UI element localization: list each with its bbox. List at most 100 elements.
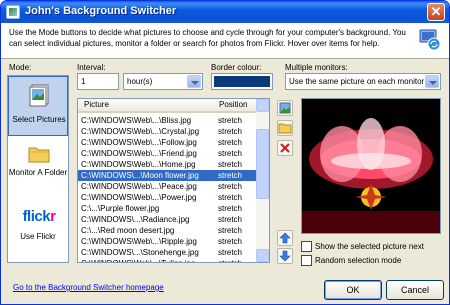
picture-position-cell: stretch [218,116,243,125]
scroll-down-button[interactable] [256,249,269,262]
picture-position-cell: stretch [218,204,243,213]
picture-path-cell: C:\WINDOWS\Web\...\Home.jpg [81,160,196,169]
close-button[interactable]: ✕ [427,3,445,21]
add-picture-icon [279,102,291,114]
scroll-thumb[interactable] [256,129,269,199]
picture-position-cell: stretch [218,138,243,147]
interval-unit-select[interactable]: hour(s) [123,73,203,90]
list-header: Picture Position [78,99,257,113]
scroll-up-button[interactable] [256,99,269,112]
monitor-sync-icon [419,29,441,51]
picture-position-cell: stretch [218,182,243,191]
chevron-down-icon[interactable] [187,75,201,88]
picture-path-cell: C:\WINDOWS\Web\...\Crystal.jpg [81,127,200,136]
picture-position-cell: stretch [218,127,243,136]
table-row[interactable]: C:\...\Purple flower.jpg stretch [78,203,257,214]
arrow-up-icon [279,232,291,244]
multiple-monitors-value: Use the same picture on each monitor [289,77,425,86]
picture-position-cell: stretch [218,160,243,169]
moon-flower-preview-image [302,99,440,233]
picture-path-cell: C:\WINDOWS\Web\...\Peace.jpg [81,182,197,191]
homepage-link[interactable]: Go to the Background Switcher homepage [13,283,164,292]
title-bar[interactable]: John's Background Switcher ✕ [1,1,449,23]
column-header-position[interactable]: Position [219,100,247,109]
border-colour-swatch [214,76,270,87]
picture-path-cell: C:\WINDOWS\Web\...\Tulips.jpg [81,258,195,262]
list-scrollbar[interactable] [256,99,269,262]
show-selected-next-checkbox[interactable] [301,241,312,252]
multiple-monitors-label: Multiple monitors: [285,63,348,72]
table-row[interactable]: C:\WINDOWS\Web\...\Home.jpg stretch [78,159,257,170]
move-up-button[interactable] [277,230,293,246]
picture-list[interactable]: Picture Position C:\WINDOWS\Web\...\Blis… [77,98,270,263]
add-folder-button[interactable] [277,120,293,136]
interval-label: Interval: [77,63,106,72]
picture-path-cell: C:\WINDOWS\...\Radiance.jpg [81,215,190,224]
folder-icon [278,123,292,134]
picture-position-cell: stretch [218,258,242,262]
table-row[interactable]: C:\WINDOWS\...\Stonehenge.jpg stretch [78,247,257,258]
table-row[interactable]: C:\...\Red moon desert.jpg stretch [78,225,257,236]
add-picture-button[interactable] [277,100,293,116]
mode-monitor-folder-label: Monitor A Folder [8,168,68,177]
mode-select-pictures-label: Select Pictures [12,115,66,124]
table-row[interactable]: C:\WINDOWS\Web\...\Friend.jpg stretch [78,148,257,159]
picture-path-cell: C:\WINDOWS\...\Stonehenge.jpg [81,248,199,257]
random-mode-label: Random selection mode [315,256,402,265]
picture-position-cell: stretch [218,215,243,224]
picture-position-cell: stretch [218,237,243,246]
picture-position-cell: stretch [218,193,243,202]
arrow-down-icon [279,250,291,262]
multiple-monitors-select[interactable]: Use the same picture on each monitor [285,73,441,90]
pictures-icon [29,84,49,107]
picture-path-cell: C:\WINDOWS\Web\...\Power.jpg [81,193,197,202]
mode-label: Mode: [9,63,32,72]
picture-path-cell: C:\...\Red moon desert.jpg [81,226,175,235]
table-row[interactable]: C:\WINDOWS\...\Moon flower.jpg stretch [78,170,257,181]
description-text: Use the Mode buttons to decide what pict… [9,28,406,48]
table-row[interactable]: C:\WINDOWS\Web\...\Bliss.jpg stretch [78,115,257,126]
interval-unit-value: hour(s) [127,77,153,86]
delete-icon [280,143,290,153]
app-icon [6,5,20,19]
table-row[interactable]: C:\WINDOWS\Web\...\Peace.jpg stretch [78,181,257,192]
random-mode-checkbox[interactable] [301,255,312,266]
ok-button[interactable]: OK [324,280,382,300]
mode-monitor-folder[interactable]: Monitor A Folder [8,140,68,200]
cancel-button[interactable]: Cancel [386,280,444,300]
picture-path-cell: C:\WINDOWS\Web\...\Bliss.jpg [81,116,192,125]
picture-path-cell: C:\WINDOWS\Web\...\Follow.jpg [81,138,197,147]
interval-value-input[interactable]: 1 [77,73,119,90]
picture-position-cell: stretch [218,248,243,257]
picture-position-cell: stretch [218,149,243,158]
picture-position-cell: stretch [218,171,243,180]
column-header-picture[interactable]: Picture [84,100,109,109]
table-row[interactable]: C:\WINDOWS\Web\...\Follow.jpg stretch [78,137,257,148]
table-row[interactable]: C:\WINDOWS\Web\...\Ripple.jpg stretch [78,236,257,247]
mode-panel: Select Pictures Monitor A Folder flickr … [7,75,69,263]
mode-select-pictures[interactable]: Select Pictures [8,76,68,136]
border-colour-label: Border colour: [211,63,262,72]
folder-icon [28,147,50,163]
picture-position-cell: stretch [218,226,243,235]
chevron-down-icon[interactable] [425,75,439,88]
show-selected-next-label: Show the selected picture next [315,242,424,251]
header-panel: Use the Mode buttons to decide what pict… [1,23,449,59]
picture-path-cell: C:\...\Purple flower.jpg [81,204,160,213]
picture-preview [301,98,441,234]
picture-path-cell: C:\WINDOWS\Web\...\Friend.jpg [81,149,197,158]
flickr-logo: flickr [22,208,56,225]
picture-path-cell: C:\WINDOWS\...\Moon flower.jpg [81,171,199,180]
table-row[interactable]: C:\WINDOWS\Web\...\Tulips.jpg stretch [78,258,257,262]
mode-use-flickr[interactable]: flickr Use Flickr [8,202,68,262]
picture-path-cell: C:\WINDOWS\Web\...\Ripple.jpg [81,237,197,246]
table-row[interactable]: C:\WINDOWS\Web\...\Power.jpg stretch [78,192,257,203]
table-row[interactable]: C:\WINDOWS\Web\...\Crystal.jpg stretch [78,126,257,137]
move-down-button[interactable] [277,248,293,264]
remove-picture-button[interactable] [277,140,293,156]
mode-use-flickr-label: Use Flickr [20,232,56,241]
border-colour-picker[interactable] [211,73,273,90]
table-row[interactable]: C:\WINDOWS\...\Radiance.jpg stretch [78,214,257,225]
app-window: John's Background Switcher ✕ Use the Mod… [0,0,450,305]
window-title: John's Background Switcher [25,5,177,17]
